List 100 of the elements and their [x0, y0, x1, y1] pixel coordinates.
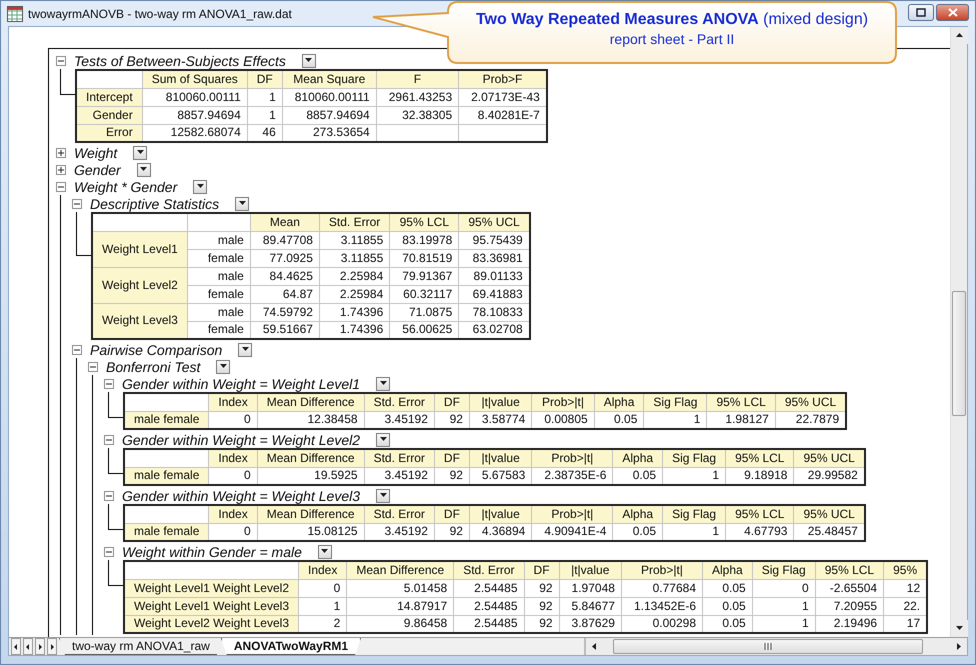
collapse-toggle[interactable]	[104, 378, 114, 388]
expand-toggle[interactable]	[56, 148, 66, 158]
collapse-toggle[interactable]	[88, 362, 98, 372]
collapse-toggle[interactable]	[56, 56, 66, 66]
section-title: Descriptive Statistics	[90, 196, 220, 212]
table-cell: 2.54485	[454, 579, 524, 597]
close-button[interactable]	[936, 4, 969, 21]
scroll-thumb[interactable]	[613, 639, 923, 654]
restore-button[interactable]	[908, 4, 934, 21]
sheet-tab[interactable]: ANOVATwoWayRM1	[220, 638, 362, 655]
scroll-thumb[interactable]	[952, 291, 966, 416]
vertical-scrollbar[interactable]	[950, 27, 967, 637]
column-header: Std. Error	[364, 449, 434, 467]
row-group-header: Weight Level1	[92, 231, 188, 267]
column-header: Alpha	[612, 449, 663, 467]
previous-sheet-button[interactable]	[23, 638, 33, 655]
table-cell: 77.0925	[250, 249, 320, 267]
table-cell: 74.59792	[250, 303, 320, 321]
dropdown-button[interactable]	[376, 488, 390, 502]
table-cell: 0	[208, 411, 258, 429]
column-header: Sig Flag	[662, 505, 726, 523]
row-header: male	[187, 231, 250, 249]
column-header: 95% UCL	[794, 505, 865, 523]
arrow-icon	[955, 643, 962, 650]
table-cell: 1.13452E-6	[621, 597, 702, 615]
column-header: Std. Error	[319, 213, 390, 231]
dropdown-button[interactable]	[376, 376, 390, 390]
horizontal-scrollbar[interactable]	[584, 638, 967, 655]
dropdown-button[interactable]	[216, 360, 230, 374]
table-cell: 3.45192	[364, 523, 434, 541]
column-header: Sig Flag	[644, 393, 707, 411]
row-header: male	[187, 303, 250, 321]
table-cell: 64.87	[250, 285, 320, 303]
column-header: 95%	[884, 561, 928, 579]
table-cell: 4.67793	[726, 523, 794, 541]
table-cell: 0.05	[612, 467, 663, 485]
dropdown-button[interactable]	[302, 54, 316, 68]
column-header: Std. Error	[454, 561, 524, 579]
row-header: female	[187, 249, 250, 267]
table-cell: 8857.94694	[282, 106, 376, 124]
arrow-icon	[238, 200, 246, 207]
table-cell: 2961.43253	[376, 88, 459, 106]
expand-toggle[interactable]	[56, 164, 66, 174]
table-cell: 0	[298, 579, 347, 597]
worksheet-icon	[7, 6, 23, 22]
arrow-icon	[321, 548, 328, 555]
dropdown-button[interactable]	[133, 146, 148, 160]
section-title: Tests of Between-Subjects Effects	[74, 52, 286, 68]
table-cell: 46	[247, 124, 282, 142]
column-header: Alpha	[612, 505, 663, 523]
table-cell: 60.32117	[390, 285, 459, 303]
table-cell: 3.58774	[469, 411, 532, 429]
table-cell: 84.4625	[250, 267, 320, 285]
table-cell: 9.18918	[726, 467, 794, 485]
table-cell: 1	[247, 88, 282, 106]
table-cell: 1	[662, 523, 726, 541]
collapse-toggle[interactable]	[72, 198, 82, 208]
table-cell: 92	[434, 411, 470, 429]
tree-connector	[76, 212, 91, 256]
column-header: Prob>|t|	[532, 449, 613, 467]
collapse-toggle[interactable]	[104, 434, 114, 444]
arrow-icon	[305, 57, 312, 64]
arrow-icon	[196, 183, 204, 190]
row-header: male female	[124, 467, 209, 485]
first-sheet-button[interactable]	[11, 638, 21, 655]
dropdown-button[interactable]	[136, 162, 151, 176]
table-cell: 25.48457	[794, 523, 865, 541]
table-cell: 8.40281E-7	[458, 106, 547, 124]
table-cell: 22.	[884, 597, 928, 615]
tree-connector	[108, 504, 123, 530]
dropdown-button[interactable]	[235, 196, 250, 210]
dropdown-button[interactable]	[193, 180, 208, 194]
column-header: 95% LCL	[726, 505, 794, 523]
grip-icon	[764, 643, 772, 650]
last-sheet-button[interactable]	[47, 638, 57, 655]
table-cell: 1.74396	[319, 303, 390, 321]
collapse-toggle[interactable]	[72, 344, 82, 354]
collapse-toggle[interactable]	[104, 490, 114, 500]
section-title: Gender within Weight = Weight Level3	[122, 488, 360, 504]
column-header: DF	[434, 449, 470, 467]
next-sheet-button[interactable]	[35, 638, 45, 655]
table-cell: 56.00625	[390, 321, 459, 339]
table-cell: 810060.00111	[282, 88, 376, 106]
table-cell: 0.05	[702, 597, 752, 615]
dropdown-button[interactable]	[238, 342, 252, 356]
column-header: |t|value	[469, 449, 532, 467]
column-header: DF	[247, 70, 282, 88]
section-title: Bonferroni Test	[106, 358, 200, 374]
table-cell: 3.45192	[364, 467, 434, 485]
collapse-toggle[interactable]	[56, 182, 66, 192]
dropdown-button[interactable]	[376, 432, 390, 446]
column-header: Std. Error	[364, 505, 434, 523]
column-header: DF	[524, 561, 560, 579]
table-cell: 0	[208, 523, 258, 541]
collapse-toggle[interactable]	[104, 546, 114, 556]
table-cell: 92	[524, 615, 560, 633]
dropdown-button[interactable]	[318, 544, 332, 558]
column-header: |t|value	[559, 561, 622, 579]
table-cell: 2.25984	[319, 267, 390, 285]
table-cell: 22.7879	[775, 411, 846, 429]
